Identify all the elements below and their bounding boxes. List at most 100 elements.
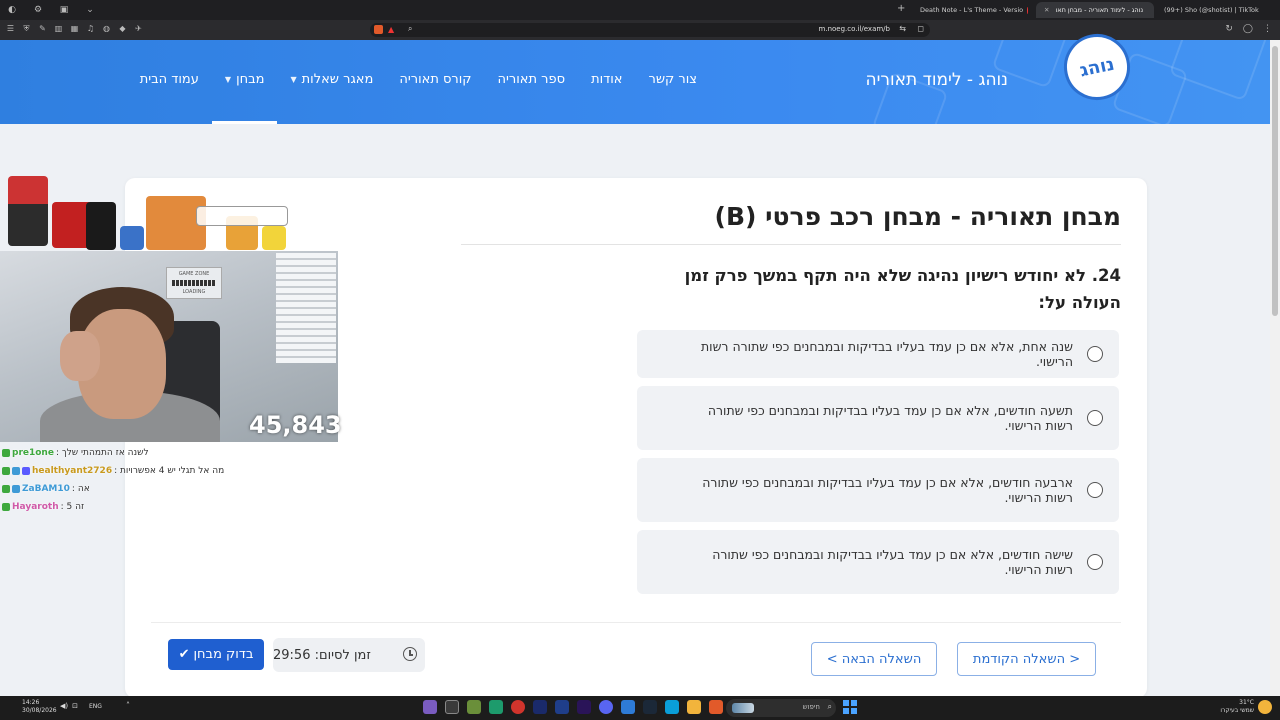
tab-tiktok[interactable]: (99+) Sho (@shotist) | TikTok	[1156, 2, 1274, 18]
file-explorer-icon[interactable]	[687, 700, 701, 714]
new-tab-icon[interactable]: +	[897, 3, 909, 15]
clock-date: 30/08/2026	[22, 707, 57, 714]
history-icon[interactable]: ↻	[1225, 24, 1233, 34]
radio-button[interactable]	[1087, 410, 1103, 426]
browser-menu-icon[interactable]: ◐	[6, 4, 18, 16]
dropdown-icon[interactable]: ⌄	[84, 4, 96, 16]
premiere-icon[interactable]	[577, 700, 591, 714]
share-icon[interactable]: ⇆	[899, 24, 906, 33]
taskbar-search[interactable]: חיפוש ⌕	[726, 699, 836, 717]
brand-title[interactable]: נוהג - לימוד תאוריה	[866, 70, 1009, 90]
steam-icon[interactable]	[643, 700, 657, 714]
main-nav: עמוד הבית מבחן ▼ מאגר שאלות ▼ קורס תאוריה …	[127, 72, 710, 124]
search-icon[interactable]: ⌕	[408, 24, 412, 34]
language-indicator[interactable]: ENG	[89, 703, 102, 710]
answer-text: שישה חודשים, אלא אם כן עמד בעליו בבדיקות…	[712, 547, 1073, 577]
profile-icon[interactable]: ◯	[1243, 24, 1253, 34]
radio-button[interactable]	[1087, 346, 1103, 362]
brave-icon[interactable]	[709, 700, 723, 714]
page-scrollbar[interactable]	[1270, 40, 1280, 696]
answer-text: תשעה חודשים, אלא אם כן עמד בעליו בבדיקות…	[707, 403, 1073, 433]
url-text[interactable]: m.noeg.co.il/exam/b	[819, 25, 890, 33]
nav-label: צור קשר	[648, 72, 698, 87]
caret-down-icon: ▼	[224, 75, 232, 84]
diamond-icon[interactable]: ◆	[118, 24, 127, 33]
search-icon: ⌕	[827, 702, 832, 711]
weather-widget[interactable]: 31°C שמשי בעיקרו	[1220, 699, 1254, 715]
sub-badge-icon	[12, 485, 20, 493]
grid-icon[interactable]: ▦	[70, 24, 79, 33]
bookmark-icon[interactable]: ◻	[917, 24, 924, 33]
nav-label: מאגר שאלות	[301, 72, 374, 87]
close-tab-icon[interactable]: ✕	[1044, 6, 1049, 14]
music-icon[interactable]: ♫	[86, 24, 95, 33]
volume-icon[interactable]: ◀)	[60, 702, 68, 710]
app-icon[interactable]	[621, 700, 635, 714]
url-field[interactable]: ▲ ⌕ m.noeg.co.il/exam/b ⇆ ◻	[370, 23, 930, 37]
weather-desc: שמשי בעיקרו	[1220, 707, 1254, 714]
after-effects-icon[interactable]	[533, 700, 547, 714]
tab-title: Death Note - L's Theme - Versio	[920, 6, 1024, 14]
app-icon[interactable]	[489, 700, 503, 714]
search-highlight-image	[732, 703, 754, 713]
kick-badge-icon	[2, 485, 10, 493]
check-exam-button[interactable]: בדוק מבחן ✔	[168, 639, 264, 670]
tab-death-note[interactable]: Death Note - L's Theme - Versio	[912, 2, 1036, 18]
check-exam-label: בדוק מבחן	[193, 647, 254, 662]
discord-icon[interactable]	[599, 700, 613, 714]
nav-exam[interactable]: מבחן ▼	[211, 72, 278, 124]
app-icon[interactable]	[467, 700, 481, 714]
shield-icon[interactable]: ⛨	[22, 24, 31, 33]
nav-label: קורס תאוריה	[399, 72, 472, 87]
system-clock[interactable]: 14:26 30/08/2026	[22, 699, 57, 715]
windows-taskbar: 14:26 30/08/2026 ◀) ⊡ ENG ˄ חיפוש ⌕ 31°C…	[0, 696, 1280, 720]
brave-shield-icon[interactable]	[374, 25, 383, 34]
pixel-sprite	[120, 226, 144, 250]
chat-text: : לשנה אז התמהתי שלך	[55, 448, 149, 458]
game-zone-sign: GAME ZONE LOADING	[166, 267, 222, 299]
radio-button[interactable]	[1087, 554, 1103, 570]
next-question-button[interactable]: השאלה הבאה >	[811, 642, 937, 676]
browser-tab-bar: ◐ ⚙ ▣ ⌄ + Death Note - L's Theme - Versi…	[0, 0, 1280, 20]
logo-text: נוהג	[1077, 53, 1117, 81]
sidebar-icon[interactable]: ☰	[6, 24, 15, 33]
answer-text: שנה אחת, אלא אם כן עמד בעליו בבדיקות ובמ…	[700, 339, 1073, 369]
pen-icon[interactable]: ✎	[38, 24, 47, 33]
nav-question-bank[interactable]: מאגר שאלות ▼	[277, 72, 386, 124]
answer-option[interactable]: שישה חודשים, אלא אם כן עמד בעליו בבדיקות…	[637, 530, 1119, 594]
chat-text: : אה	[71, 484, 90, 494]
app-icon[interactable]	[423, 700, 437, 714]
network-icon[interactable]: ⊡	[72, 702, 78, 710]
answer-option[interactable]: שנה אחת, אלא אם כן עמד בעליו בבדיקות ובמ…	[637, 330, 1119, 378]
windows-start-icon[interactable]	[843, 700, 857, 714]
settings-icon[interactable]: ⚙	[32, 4, 44, 16]
tab-noeg[interactable]: ✕ נוהג - לימוד תאוריה - מבחן תאו	[1036, 2, 1154, 18]
answer-text: ארבעה חודשים, אלא אם כן עמד בעליו בבדיקו…	[702, 475, 1073, 505]
terminal-icon[interactable]	[445, 700, 459, 714]
nav-home[interactable]: עמוד הבית	[127, 72, 212, 124]
nav-theory-course[interactable]: קורס תאוריה	[386, 72, 484, 124]
window-blinds	[276, 253, 336, 363]
tray-overflow-icon[interactable]: ˄	[126, 701, 130, 710]
panel-icon[interactable]: ▥	[54, 24, 63, 33]
previous-question-button[interactable]: < השאלה הקודמת	[957, 642, 1096, 676]
pixel-sprite	[86, 202, 116, 250]
discord-icon[interactable]: ◍	[102, 24, 111, 33]
tab-overview-icon[interactable]: ▣	[58, 4, 70, 16]
menu-icon[interactable]: ⋮	[1263, 24, 1272, 34]
answer-option[interactable]: ארבעה חודשים, אלא אם כן עמד בעליו בבדיקו…	[637, 458, 1119, 522]
pixel-sprite	[262, 226, 286, 250]
photoshop-icon[interactable]	[555, 700, 569, 714]
app-icon[interactable]	[665, 700, 679, 714]
exam-title: מבחן תאוריה - מבחן רכב פרטי (B)	[714, 202, 1121, 231]
telegram-icon[interactable]: ✈	[134, 24, 143, 33]
nav-about[interactable]: אודות	[578, 72, 635, 124]
game-zone-subtext: LOADING	[182, 289, 206, 295]
nav-theory-book[interactable]: ספר תאוריה	[485, 72, 579, 124]
radio-button[interactable]	[1087, 482, 1103, 498]
nav-contact[interactable]: צור קשר	[636, 72, 711, 124]
answer-option[interactable]: תשעה חודשים, אלא אם כן עמד בעליו בבדיקות…	[637, 386, 1119, 450]
audio-playing-icon	[1027, 6, 1028, 14]
scrollbar-thumb[interactable]	[1272, 46, 1278, 316]
obs-icon[interactable]	[511, 700, 525, 714]
